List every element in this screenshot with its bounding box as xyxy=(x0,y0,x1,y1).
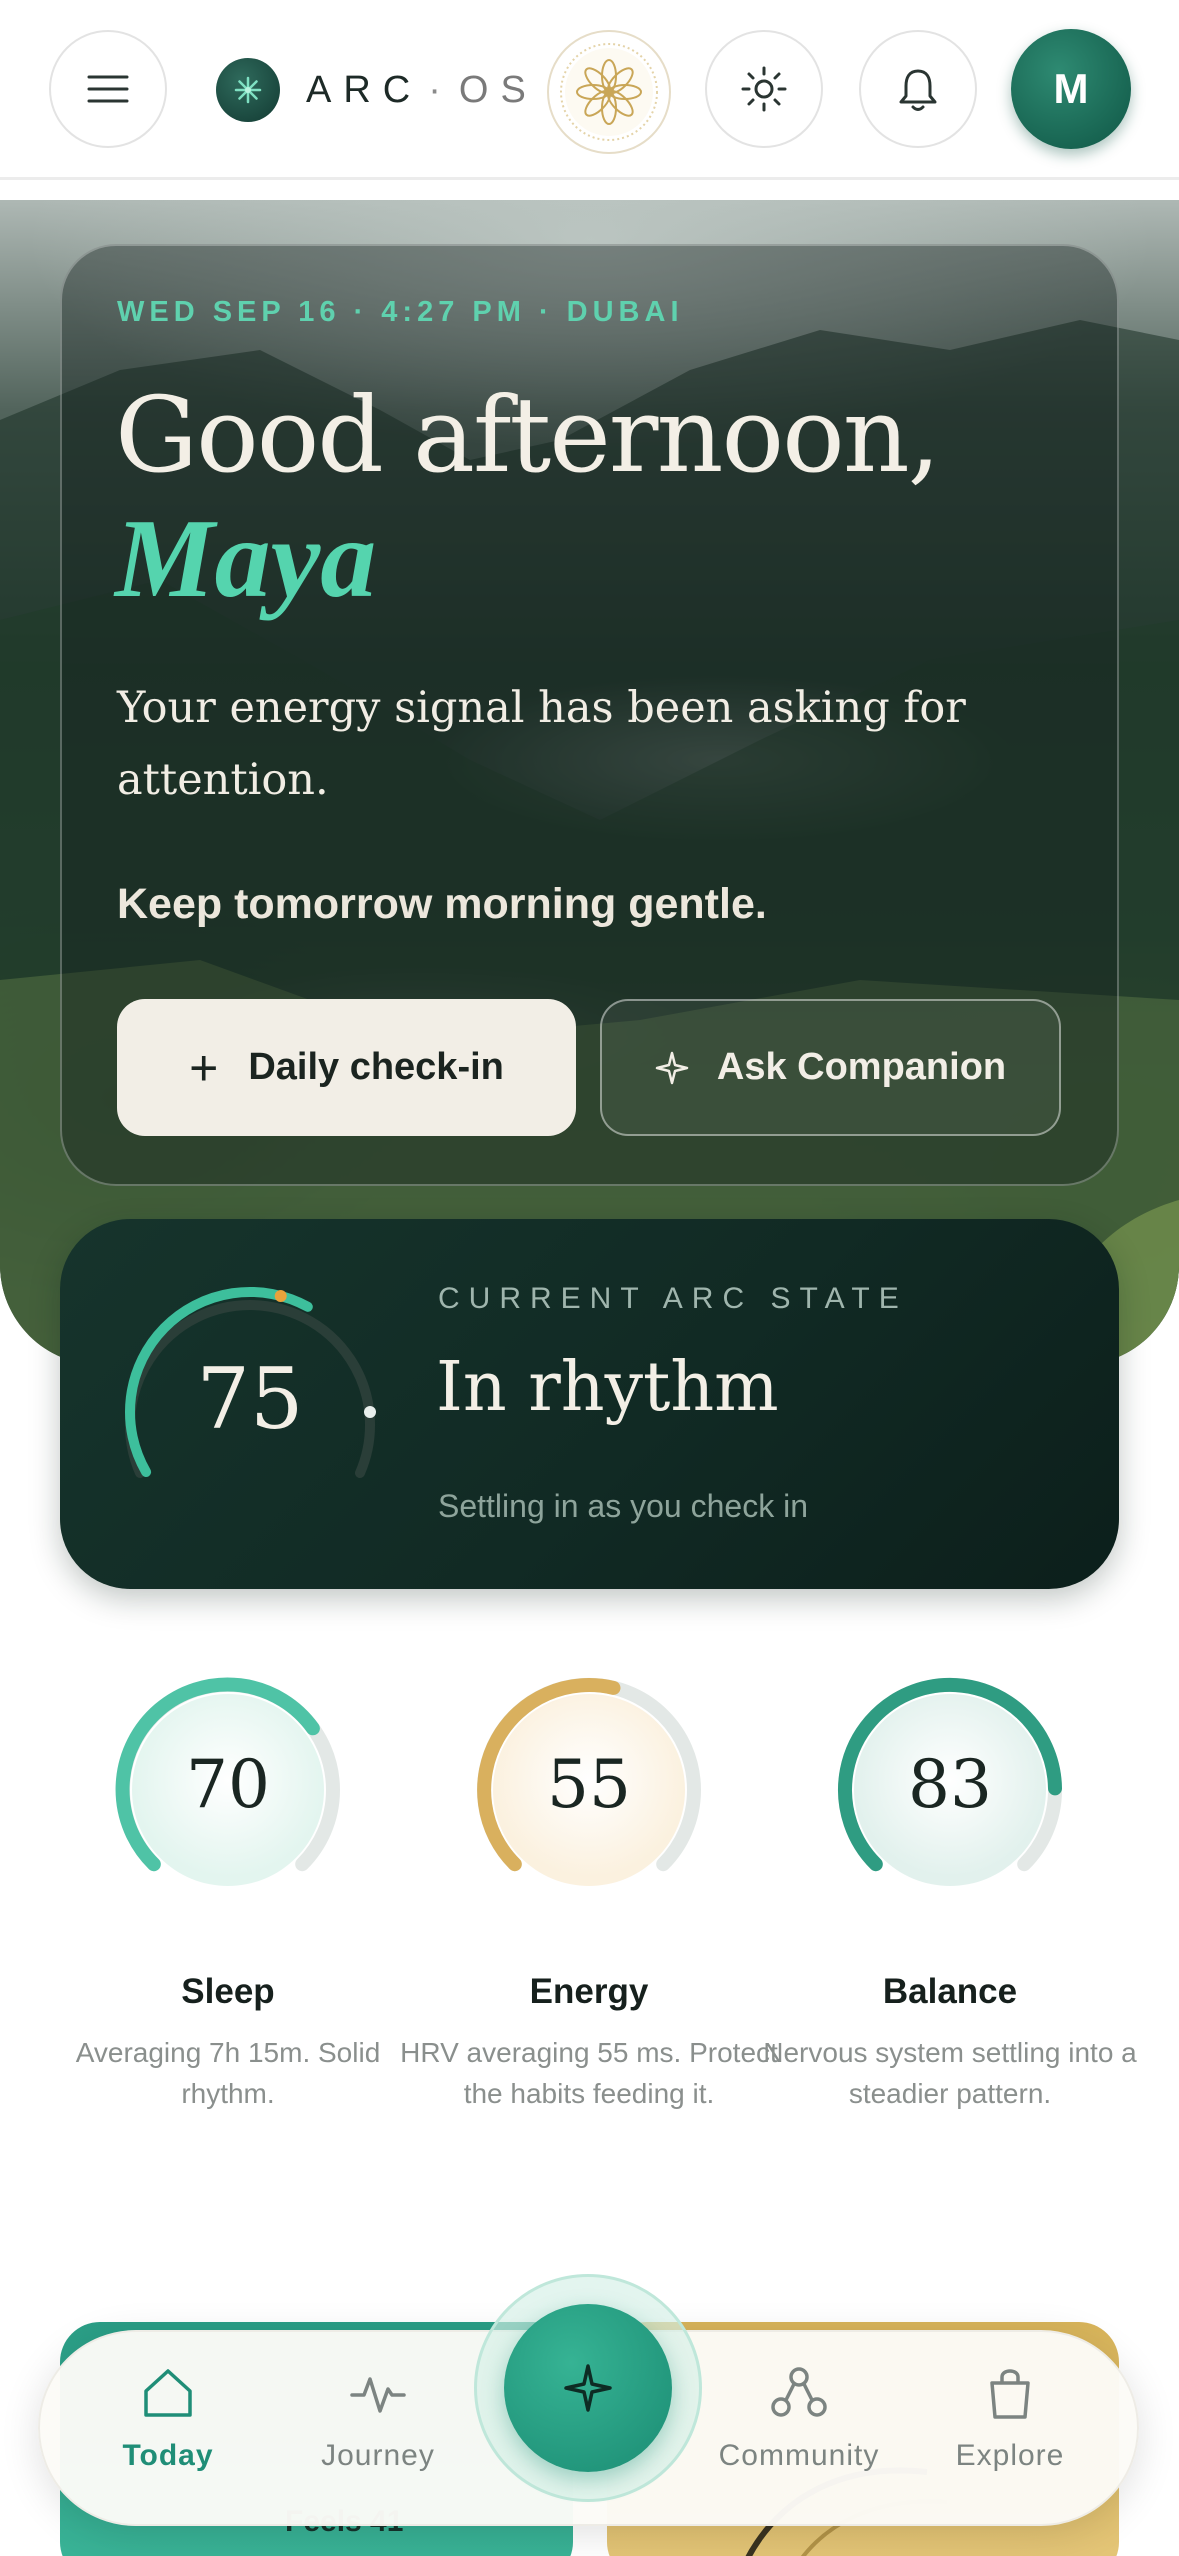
energy-title: Energy xyxy=(529,1972,649,2011)
nav-label-explore: Explore xyxy=(955,2439,1065,2472)
balance-title: Balance xyxy=(882,1972,1018,2011)
energy-score: 55 xyxy=(547,1746,631,1823)
network-icon xyxy=(771,2367,827,2417)
arc-state-label: CURRENT ARC STATE xyxy=(438,1282,908,1315)
balance-description: Nervous system settling into a steadier … xyxy=(763,2037,1137,2109)
sleep-description: Averaging 7h 15m. Solid rhythm. xyxy=(75,2037,381,2109)
sun-icon xyxy=(741,66,787,112)
arc-state-value: In rhythm xyxy=(436,1348,779,1427)
ask-companion-button[interactable]: Ask Companion xyxy=(600,999,1061,1136)
daily-checkin-label: Daily check-in xyxy=(248,1046,504,1088)
user-name: Maya xyxy=(115,497,377,621)
sparkle-icon xyxy=(564,2364,612,2412)
shopping-bag-icon xyxy=(990,2369,1030,2419)
sparkle-icon xyxy=(655,1051,689,1084)
brand-name: ARC · OS xyxy=(306,69,538,112)
nav-item-community[interactable]: Community xyxy=(704,2365,894,2495)
brand-mark-icon xyxy=(216,58,280,122)
avatar[interactable]: M xyxy=(1011,29,1131,149)
theme-toggle-button[interactable] xyxy=(705,30,823,148)
mandala-flower-icon xyxy=(560,43,658,141)
nav-item-journey[interactable]: Journey xyxy=(283,2365,473,2495)
home-icon xyxy=(144,2369,192,2417)
date-line: WED SEP 16 · 4:27 PM · DUBAI xyxy=(117,296,684,328)
brand-word: ARC xyxy=(306,68,423,111)
arc-state-gauge-marker xyxy=(274,1290,287,1302)
arc-state-gauge-dot xyxy=(364,1406,376,1418)
notifications-button[interactable] xyxy=(859,30,977,148)
plus-icon: + xyxy=(189,1039,219,1096)
brand-logo[interactable]: ARC · OS xyxy=(216,56,538,124)
nav-item-today[interactable]: Today xyxy=(73,2365,263,2495)
mandala-button[interactable] xyxy=(547,30,671,154)
hamburger-menu-icon xyxy=(87,75,129,103)
sleep-score: 70 xyxy=(186,1746,270,1823)
nav-label-journey: Journey xyxy=(321,2439,435,2472)
balance-score: 83 xyxy=(908,1746,992,1823)
brand-suffix: OS xyxy=(458,68,538,111)
companion-fab-button[interactable] xyxy=(504,2304,672,2472)
nav-label-today: Today xyxy=(122,2439,214,2472)
bell-icon xyxy=(899,69,937,111)
energy-description: HRV averaging 55 ms. Protect the habits … xyxy=(400,2037,778,2109)
nav-item-explore[interactable]: Explore xyxy=(915,2365,1105,2495)
menu-button[interactable] xyxy=(49,30,167,148)
nav-label-community: Community xyxy=(718,2439,880,2472)
daily-tip: Keep tomorrow morning gentle. xyxy=(117,880,767,928)
arc-state-score: 75 xyxy=(196,1350,304,1448)
daily-checkin-button[interactable]: + Daily check-in xyxy=(117,999,576,1136)
ask-companion-label: Ask Companion xyxy=(716,1046,1007,1088)
sleep-title: Sleep xyxy=(181,1972,275,2011)
greeting-heading: Good afternoon, xyxy=(115,374,941,496)
energy-message: Your energy signal has been asking for a… xyxy=(117,683,966,805)
pulse-icon xyxy=(350,2377,406,2413)
arc-state-subtitle: Settling in as you check in xyxy=(438,1488,808,1524)
brand-separator: · xyxy=(428,68,441,111)
